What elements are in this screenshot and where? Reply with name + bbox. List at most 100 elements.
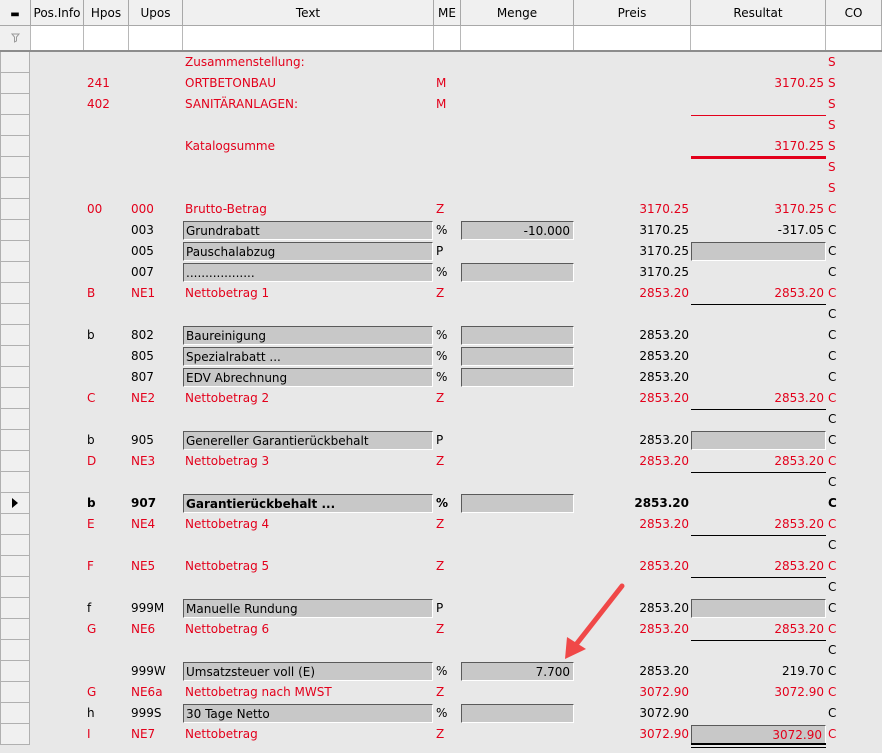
col-header-co[interactable]: CO <box>826 0 882 25</box>
cell-upos[interactable]: NE7 <box>131 724 181 745</box>
row-header[interactable] <box>0 199 30 220</box>
cell-upos[interactable] <box>131 472 181 493</box>
col-header-preis[interactable]: Preis <box>574 0 691 25</box>
row-header[interactable] <box>0 556 30 577</box>
cell-text[interactable] <box>185 409 433 430</box>
cell-me[interactable] <box>436 409 460 430</box>
cell-resultat-input[interactable] <box>691 242 826 261</box>
cell-resultat[interactable] <box>691 703 824 724</box>
cell-menge[interactable] <box>461 514 572 535</box>
cell-menge[interactable] <box>461 430 572 451</box>
cell-hpos[interactable]: D <box>87 451 127 472</box>
cell-text[interactable] <box>185 535 433 556</box>
cell-text[interactable]: Nettobetrag 5 <box>185 556 433 577</box>
cell-co[interactable]: C <box>828 283 868 304</box>
cell-co[interactable]: C <box>828 409 868 430</box>
cell-hpos[interactable]: I <box>87 724 127 745</box>
cell-preis[interactable] <box>574 640 689 661</box>
cell-resultat[interactable] <box>691 262 824 283</box>
cell-resultat[interactable] <box>691 409 824 430</box>
cell-text[interactable]: SANITÄRANLAGEN: <box>185 94 433 115</box>
cell-co[interactable]: C <box>828 598 868 619</box>
cell-co[interactable]: C <box>828 430 868 451</box>
cell-text-input[interactable]: Garantierückbehalt ... <box>183 494 433 513</box>
cell-me[interactable]: Z <box>436 682 460 703</box>
cell-hpos[interactable] <box>87 367 127 388</box>
row-header[interactable] <box>0 241 30 262</box>
cell-hpos[interactable] <box>87 115 127 136</box>
cell-preis[interactable]: 2853.20 <box>574 493 689 514</box>
row-header[interactable] <box>0 703 30 724</box>
cell-menge[interactable] <box>461 682 572 703</box>
cell-hpos[interactable]: h <box>87 703 127 724</box>
cell-menge-input[interactable]: -10.000 <box>461 221 574 240</box>
cell-me[interactable] <box>436 52 460 73</box>
cell-me[interactable]: % <box>436 346 460 367</box>
filter-resultat[interactable] <box>691 26 826 50</box>
row-header[interactable] <box>0 115 30 136</box>
cell-preis[interactable]: 3170.25 <box>574 262 689 283</box>
row-header[interactable] <box>0 640 30 661</box>
cell-preis[interactable]: 2853.20 <box>574 346 689 367</box>
cell-upos[interactable] <box>131 640 181 661</box>
cell-menge-input[interactable] <box>461 494 574 513</box>
cell-preis[interactable]: 2853.20 <box>574 388 689 409</box>
cell-text-input[interactable]: .................. <box>183 263 433 282</box>
cell-upos[interactable]: 999S <box>131 703 181 724</box>
cell-preis[interactable]: 2853.20 <box>574 619 689 640</box>
col-header-posinfo[interactable]: Pos.Info <box>31 0 84 25</box>
row-header[interactable] <box>0 94 30 115</box>
cell-text-input[interactable]: Manuelle Rundung <box>183 599 433 618</box>
cell-menge-input[interactable]: 7.700 <box>461 662 574 681</box>
cell-menge[interactable] <box>461 451 572 472</box>
cell-text[interactable]: Nettobetrag 4 <box>185 514 433 535</box>
row-header[interactable] <box>0 451 30 472</box>
cell-hpos[interactable] <box>87 640 127 661</box>
cell-preis[interactable] <box>574 73 689 94</box>
row-header[interactable] <box>0 262 30 283</box>
cell-menge-input[interactable] <box>461 263 574 282</box>
cell-me[interactable]: % <box>436 220 460 241</box>
row-header[interactable] <box>0 346 30 367</box>
cell-resultat[interactable] <box>691 493 824 514</box>
cell-text[interactable]: Brutto-Betrag <box>185 199 433 220</box>
cell-preis[interactable] <box>574 535 689 556</box>
cell-co[interactable]: C <box>828 388 868 409</box>
cell-resultat[interactable] <box>691 640 824 661</box>
row-header[interactable] <box>0 493 30 514</box>
cell-me[interactable]: Z <box>436 283 460 304</box>
cell-text[interactable]: Zusammenstellung: <box>185 52 433 73</box>
cell-text-input[interactable]: 30 Tage Netto <box>183 704 433 723</box>
cell-hpos[interactable]: 00 <box>87 199 127 220</box>
cell-preis[interactable]: 2853.20 <box>574 430 689 451</box>
cell-hpos[interactable] <box>87 304 127 325</box>
cell-me[interactable]: P <box>436 241 460 262</box>
cell-me[interactable] <box>436 304 460 325</box>
cell-menge[interactable] <box>461 178 572 199</box>
cell-hpos[interactable]: 402 <box>87 94 127 115</box>
cell-resultat-input[interactable]: 3072.90 <box>691 725 826 744</box>
cell-co[interactable]: C <box>828 556 868 577</box>
cell-me[interactable] <box>436 472 460 493</box>
cell-co[interactable]: C <box>828 367 868 388</box>
cell-menge[interactable] <box>461 556 572 577</box>
cell-menge[interactable] <box>461 598 572 619</box>
cell-resultat[interactable]: 3170.25 <box>691 199 824 220</box>
cell-me[interactable]: Z <box>436 556 460 577</box>
cell-preis[interactable]: 3170.25 <box>574 199 689 220</box>
cell-hpos[interactable]: B <box>87 283 127 304</box>
filter-me[interactable] <box>434 26 461 50</box>
cell-resultat[interactable] <box>691 472 824 493</box>
cell-hpos[interactable] <box>87 241 127 262</box>
cell-me[interactable]: P <box>436 598 460 619</box>
col-header-text[interactable]: Text <box>183 0 434 25</box>
cell-text-input[interactable]: Umsatzsteuer voll (E) <box>183 662 433 681</box>
cell-resultat[interactable]: 2853.20 <box>691 556 824 577</box>
cell-co[interactable]: C <box>828 619 868 640</box>
cell-preis[interactable]: 2853.20 <box>574 325 689 346</box>
cell-hpos[interactable] <box>87 157 127 178</box>
cell-upos[interactable]: 007 <box>131 262 181 283</box>
cell-co[interactable]: S <box>828 94 868 115</box>
cell-menge[interactable] <box>461 535 572 556</box>
cell-resultat[interactable] <box>691 178 824 199</box>
